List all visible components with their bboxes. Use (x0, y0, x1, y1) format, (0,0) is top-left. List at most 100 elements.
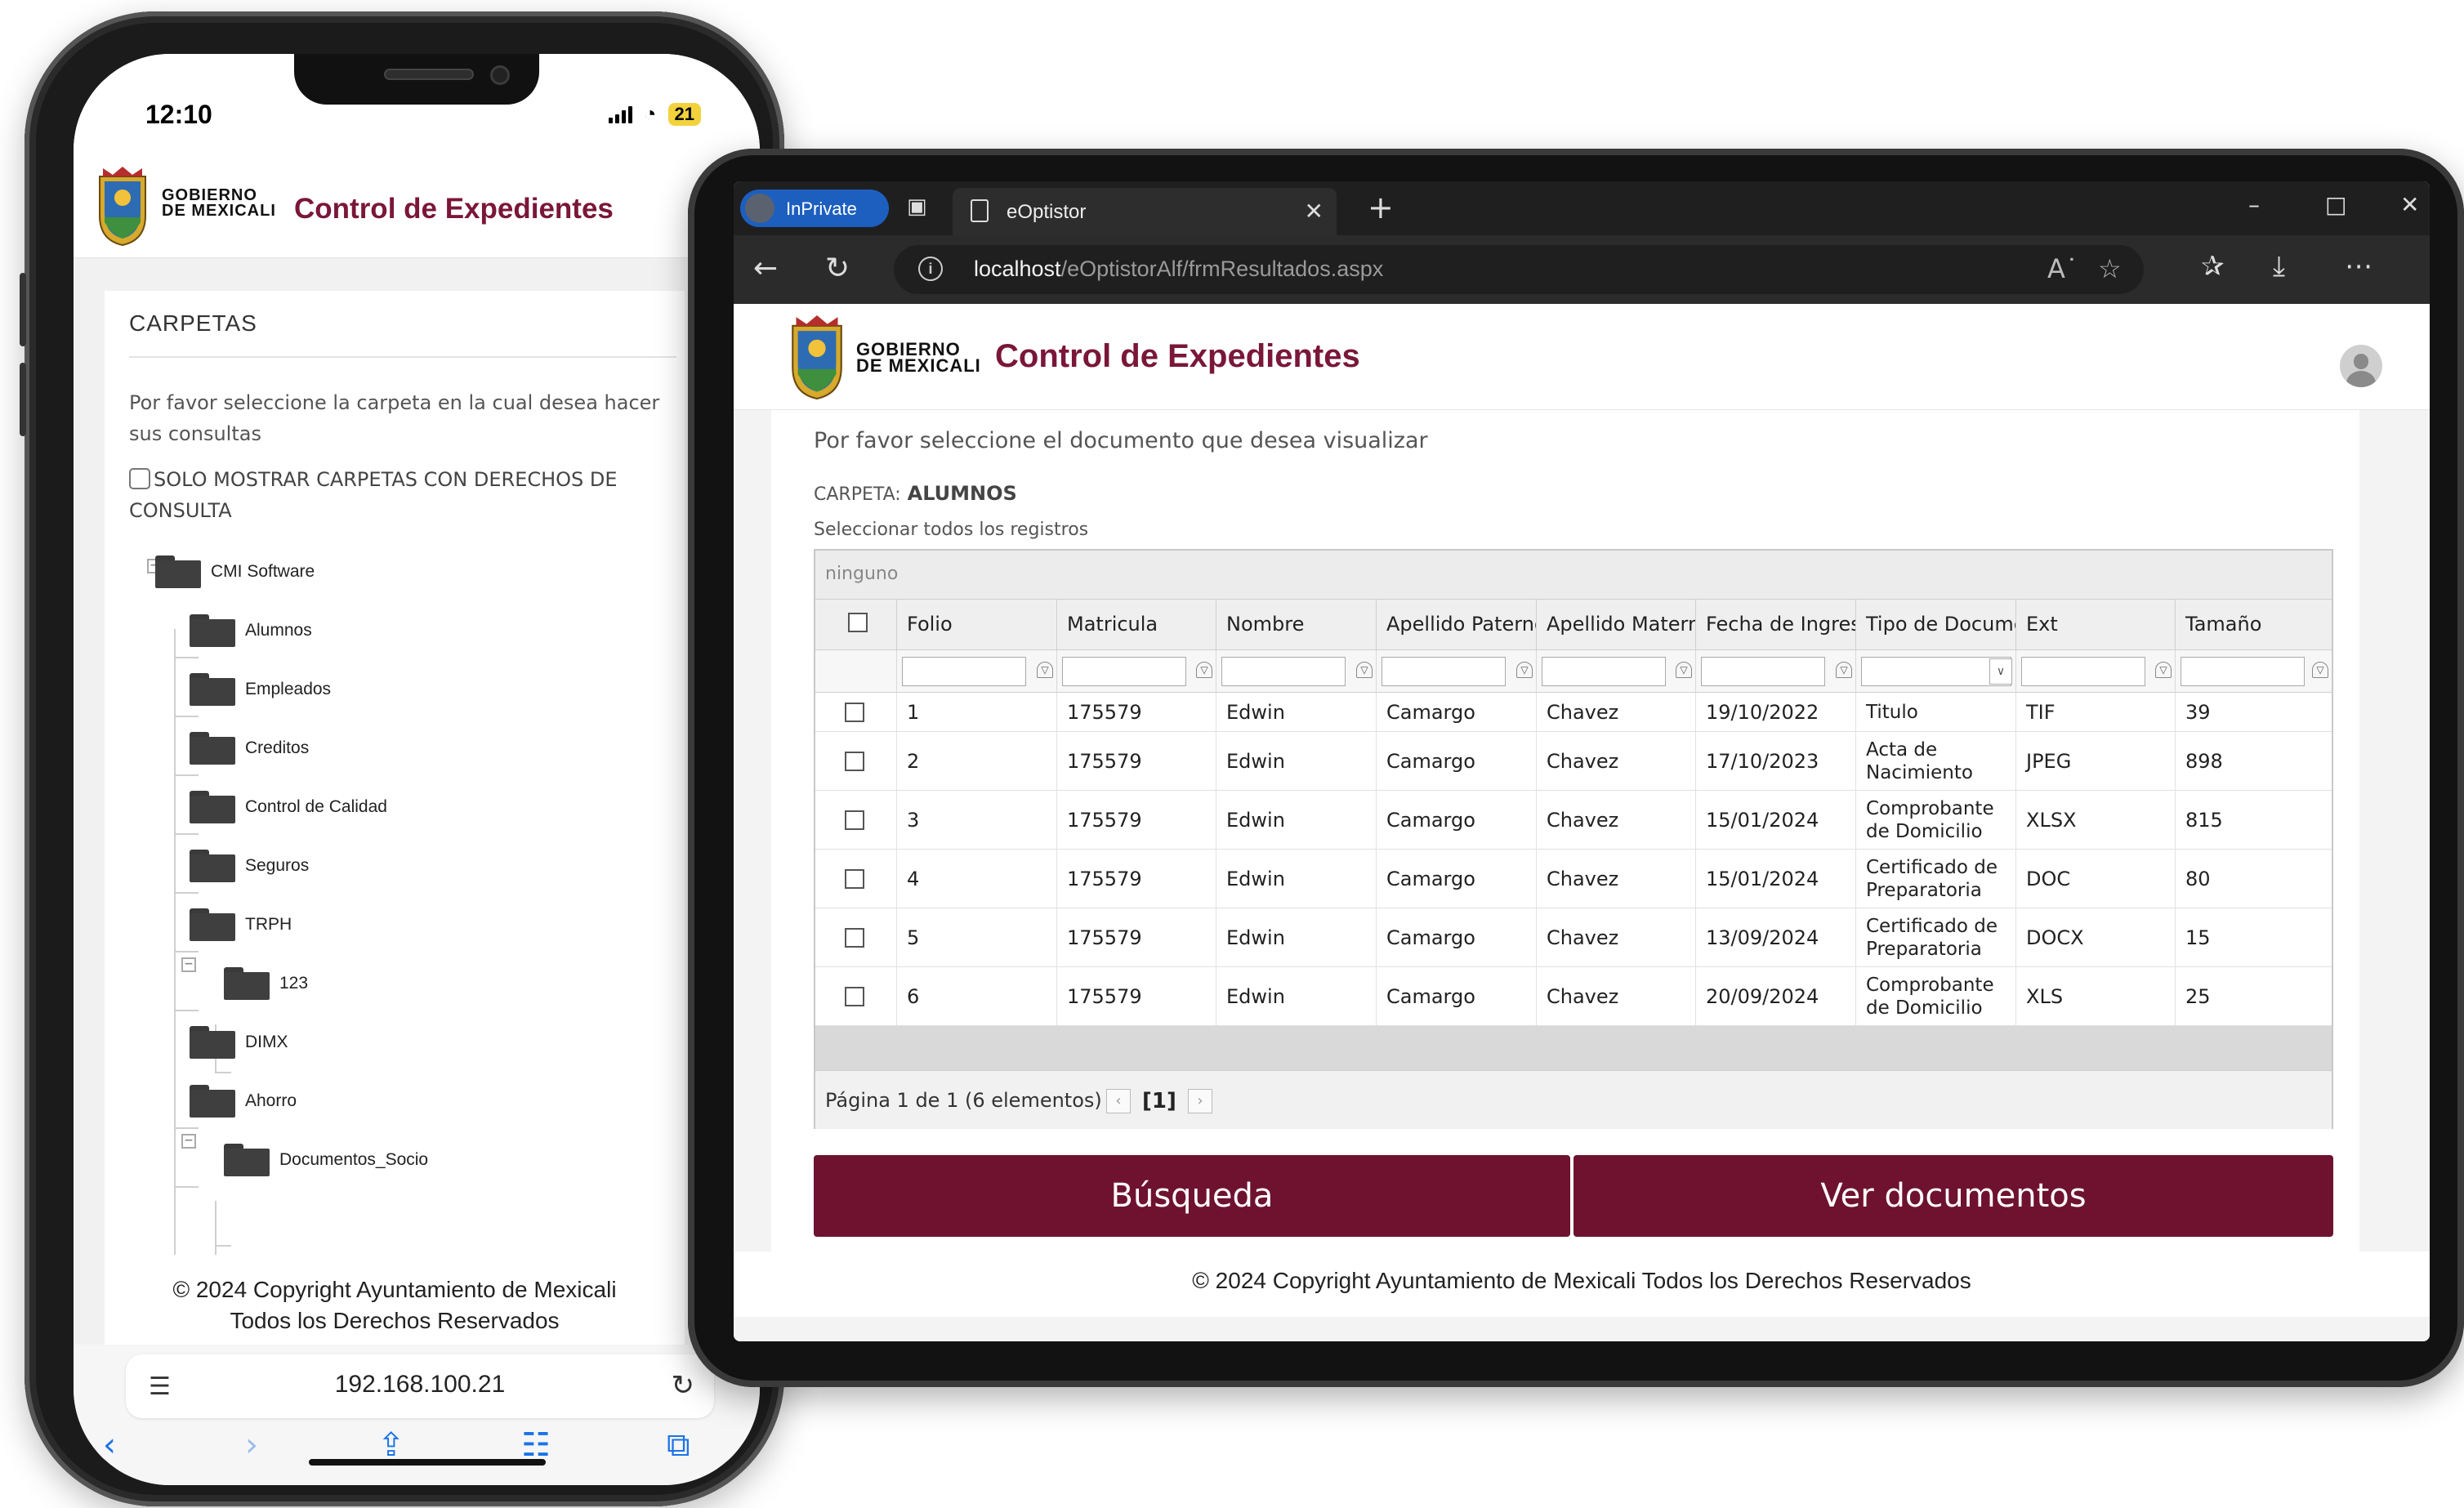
column-header-fecha-ingreso[interactable]: Fecha de Ingreso (1696, 600, 1856, 650)
filter-input[interactable] (1701, 657, 1825, 686)
row-checkbox[interactable] (845, 810, 864, 830)
tree-node-documentos-socio[interactable]: Documentos_Socio (224, 1144, 428, 1176)
next-page-icon[interactable]: › (1188, 1089, 1212, 1113)
tree-collapse-toggle[interactable]: − (181, 957, 196, 972)
maximize-icon[interactable]: □ (2325, 191, 2346, 218)
filter-input[interactable] (1382, 657, 1506, 686)
filter-icon[interactable]: ▽ (2312, 662, 2328, 678)
column-header-tipo-documento[interactable]: Tipo de Documento (1856, 600, 2016, 650)
tree-node-cmi-software[interactable]: CMI Software (155, 555, 315, 588)
tree-node-creditos[interactable]: Creditos (190, 732, 309, 765)
tree-node-dimx[interactable]: DIMX (190, 1026, 288, 1059)
column-header-select[interactable] (815, 600, 897, 650)
consult-rights-checkbox[interactable] (129, 468, 150, 489)
refresh-icon[interactable]: ↻ (825, 252, 850, 285)
tree-node-label: Alumnos (245, 621, 312, 640)
tree-node-empleados[interactable]: Empleados (190, 673, 331, 706)
tree-node-alumnos[interactable]: Alumnos (190, 614, 312, 647)
tree-line (174, 716, 199, 717)
table-row[interactable]: 3 175579 Edwin Camargo Chavez 15/01/2024… (815, 791, 2332, 850)
filter-icon[interactable]: ▽ (1516, 662, 1533, 678)
table-row[interactable]: 1 175579 Edwin Camargo Chavez 19/10/2022… (815, 693, 2332, 732)
filter-icon[interactable]: ▽ (1196, 662, 1212, 678)
search-button[interactable]: Búsqueda (814, 1155, 1570, 1237)
user-avatar-icon[interactable] (2340, 345, 2382, 387)
tree-node-label: Seguros (245, 856, 310, 875)
filter-input[interactable] (2021, 657, 2145, 686)
column-header-tamano[interactable]: Tamaño (2176, 600, 2332, 650)
table-row[interactable]: 4 175579 Edwin Camargo Chavez 15/01/2024… (815, 850, 2332, 908)
select-all-link[interactable]: Seleccionar todos los registros (814, 520, 1088, 540)
row-checkbox[interactable] (845, 751, 864, 771)
column-header-matricula[interactable]: Matricula (1057, 600, 1216, 650)
filter-icon[interactable]: ▽ (2155, 662, 2172, 678)
tree-collapse-toggle[interactable]: − (181, 1134, 196, 1149)
tab-actions-icon[interactable]: ▣ (907, 194, 931, 219)
close-window-icon[interactable]: ✕ (2400, 191, 2419, 218)
tree-line (174, 892, 199, 894)
favorite-star-icon[interactable]: ☆ (2098, 253, 2122, 284)
column-header-apellido-paterno[interactable]: Apellido Paterno (1377, 600, 1537, 650)
filter-icon[interactable]: ▽ (1037, 662, 1053, 678)
inprivate-badge[interactable]: InPrivate (740, 190, 889, 227)
back-icon[interactable]: ‹ (103, 1426, 116, 1464)
row-checkbox[interactable] (845, 702, 864, 722)
more-menu-icon[interactable]: ⋯ (2345, 250, 2372, 283)
filter-input[interactable] (1221, 657, 1346, 686)
column-header-folio[interactable]: Folio (897, 600, 1057, 650)
table-row[interactable]: 5 175579 Edwin Camargo Chavez 13/09/2024… (815, 908, 2332, 967)
back-icon[interactable]: ← (753, 252, 778, 285)
filter-input[interactable] (1062, 657, 1186, 686)
new-tab-icon[interactable]: + (1368, 190, 1394, 225)
reload-icon[interactable]: ↻ (672, 1369, 695, 1402)
site-info-icon[interactable]: i (918, 257, 943, 281)
filter-icon[interactable]: ▽ (1356, 662, 1373, 678)
table-row[interactable]: 6 175579 Edwin Camargo Chavez 20/09/2024… (815, 967, 2332, 1026)
cell-nombre: Edwin (1216, 791, 1377, 849)
tree-node-ahorro[interactable]: Ahorro (190, 1085, 297, 1118)
cell-nombre: Edwin (1216, 908, 1377, 966)
filter-input[interactable] (1542, 657, 1666, 686)
filter-icon[interactable]: ▽ (1676, 662, 1692, 678)
cell-ext: DOCX (2016, 908, 2176, 966)
select-all-checkbox[interactable] (848, 613, 868, 632)
filter-input[interactable] (902, 657, 1026, 686)
current-page[interactable]: [1] (1142, 1089, 1176, 1113)
view-documents-button[interactable]: Ver documentos (1573, 1155, 2333, 1237)
tree-node-control-calidad[interactable]: Control de Calidad (190, 791, 387, 823)
tree-node-123[interactable]: 123 (224, 967, 308, 1000)
url-field[interactable]: ☰ 192.168.100.21 ↻ (126, 1354, 714, 1418)
tree-node-seguros[interactable]: Seguros (190, 850, 309, 882)
row-checkbox[interactable] (845, 927, 864, 948)
close-tab-icon[interactable]: ✕ (1305, 198, 1324, 225)
minimize-icon[interactable]: – (2248, 191, 2260, 218)
row-checkbox[interactable] (845, 868, 864, 889)
prev-page-icon[interactable]: ‹ (1106, 1089, 1131, 1113)
column-header-nombre[interactable]: Nombre (1216, 600, 1377, 650)
downloads-icon[interactable]: ⤓ (2273, 250, 2285, 283)
column-header-ext[interactable]: Ext (2016, 600, 2176, 650)
folder-icon (224, 967, 270, 1000)
favorites-icon[interactable]: ✰ (2201, 250, 2225, 283)
filter-icon[interactable]: ▽ (1836, 662, 1852, 678)
safari-address-bar: ☰ 192.168.100.21 ↻ (74, 1345, 760, 1426)
tree-node-label: Ahorro (245, 1091, 297, 1110)
browser-tab[interactable]: eOptistor ✕ (953, 188, 1337, 235)
cell-tamano: 15 (2185, 926, 2211, 949)
divider (129, 356, 676, 358)
consult-rights-filter[interactable]: SOLO MOSTRAR CARPETAS CON DERECHOS DE CO… (129, 464, 660, 526)
address-bar[interactable]: i localhost/eOptistorAlf/frmResultados.a… (894, 245, 2144, 294)
cell-tamano: 815 (2185, 808, 2223, 832)
folders-instruction: Por favor seleccione la carpeta en la cu… (129, 391, 660, 445)
chevron-down-icon[interactable]: ∨ (1989, 658, 2012, 685)
column-header-apellido-materno[interactable]: Apellido Materno (1537, 600, 1696, 650)
filter-input[interactable] (2181, 657, 2305, 686)
tabs-icon[interactable]: ⧉ (667, 1426, 690, 1464)
row-checkbox[interactable] (845, 986, 864, 1006)
table-row[interactable]: 2 175579 Edwin Camargo Chavez 17/10/2023… (815, 732, 2332, 791)
forward-icon[interactable]: › (245, 1426, 258, 1464)
folder-value: ALUMNOS (907, 482, 1017, 505)
results-card: Por favor seleccione el documento que de… (771, 410, 2359, 1251)
read-aloud-icon[interactable]: A˙ (2047, 253, 2078, 284)
tree-node-trph[interactable]: TRPH (190, 908, 292, 941)
